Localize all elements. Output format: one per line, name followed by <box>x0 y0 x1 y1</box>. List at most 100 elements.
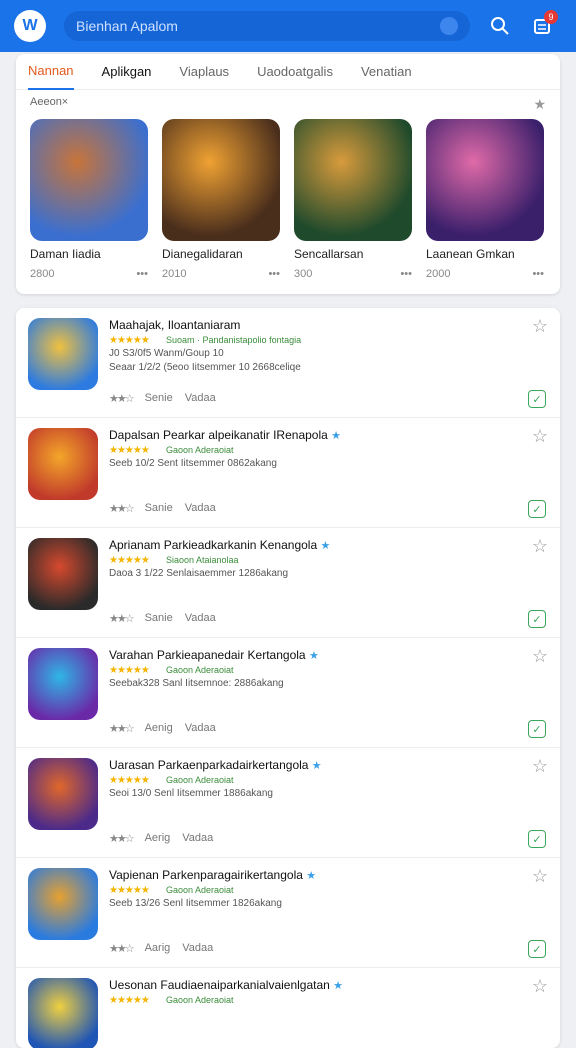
tab-venatian[interactable]: Venatian <box>361 54 412 90</box>
game-cover-image[interactable] <box>294 119 412 241</box>
app-icon[interactable] <box>28 758 98 830</box>
item-actions: ★★☆ Aenig Vadaa <box>109 722 216 735</box>
app-icon[interactable] <box>28 648 98 720</box>
app-title[interactable]: Aprianam Parkieadkarkanin Kenangola ★ <box>109 538 330 552</box>
featured-count: 2010 <box>162 268 187 280</box>
app-title[interactable]: Uesonan Faudiaenaiparkanialvaienlgatan ★ <box>109 978 343 992</box>
game-cover-image[interactable] <box>426 119 544 241</box>
section-label: Aeeon× <box>30 96 69 108</box>
action-label-1[interactable]: Sanie <box>145 502 173 515</box>
tab-aplikgan[interactable]: Aplikgan <box>102 54 152 90</box>
favorite-star-icon[interactable]: ☆ <box>532 646 548 667</box>
more-icon[interactable]: ••• <box>400 268 412 280</box>
app-title-text: Dapalsan Pearkar alpeikanatir IRenapola <box>109 428 328 442</box>
install-check-icon[interactable]: ✓ <box>528 830 546 848</box>
app-logo[interactable]: W <box>14 10 46 42</box>
action-label-1[interactable]: Senie <box>145 392 173 405</box>
item-actions: ★★☆ Aerig Vadaa <box>109 832 213 845</box>
action-label-2[interactable]: Vadaa <box>185 392 216 405</box>
search-input[interactable] <box>76 18 440 34</box>
verified-star-icon: ★ <box>306 870 317 882</box>
more-icon[interactable]: ••• <box>136 268 148 280</box>
favorite-star-icon[interactable]: ☆ <box>532 316 548 337</box>
tab-uaodoatgalis[interactable]: Uaodoatgalis <box>257 54 333 90</box>
rating-stars-icon: ★★★★★ <box>109 775 150 786</box>
action-label-1[interactable]: Aerig <box>145 832 171 845</box>
game-cover-image[interactable] <box>162 119 280 241</box>
featured-meta: 2800 ••• <box>30 268 148 280</box>
app-icon[interactable] <box>28 428 98 500</box>
favorite-star-icon[interactable]: ☆ <box>532 426 548 447</box>
install-check-icon[interactable]: ✓ <box>528 610 546 628</box>
featured-meta: 300 ••• <box>294 268 412 280</box>
app-icon[interactable] <box>28 868 98 940</box>
app-title-text: Vapienan Parkenparagairikertangola <box>109 868 303 882</box>
favorite-star-icon[interactable]: ☆ <box>532 866 548 887</box>
app-subtitle: Gaoon Aderaoiat <box>166 445 234 455</box>
app-list-item[interactable]: Maahajak, Iloantaniaram ★★★★★ Suoam · Pa… <box>16 308 560 418</box>
more-icon[interactable]: ••• <box>532 268 544 280</box>
category-tabs: Nannan Aplikgan Viaplaus Uaodoatgalis Ve… <box>16 54 560 90</box>
featured-title: Dianegalidaran <box>162 247 243 261</box>
action-label-2[interactable]: Vadaa <box>185 612 216 625</box>
rating-stars-icon: ★★★★★ <box>109 885 150 896</box>
mini-rating-icon: ★★☆ <box>109 833 135 845</box>
item-actions: ★★☆ Aarig Vadaa <box>109 942 213 955</box>
top-app-bar: W 9 <box>0 0 576 52</box>
favorite-star-icon[interactable]: ☆ <box>532 976 548 997</box>
install-check-icon[interactable]: ✓ <box>528 940 546 958</box>
app-title[interactable]: Uarasan Parkaenparkadairkertangola ★ <box>109 758 322 772</box>
rating-stars-icon: ★★★★★ <box>109 445 150 456</box>
action-label-1[interactable]: Aarig <box>145 942 171 955</box>
section-header: Aeeon× ★ <box>30 96 546 113</box>
favorite-star-icon[interactable]: ☆ <box>532 756 548 777</box>
app-title[interactable]: Maahajak, Iloantaniaram <box>109 318 240 332</box>
search-icon[interactable] <box>488 14 512 38</box>
action-label-1[interactable]: Sanie <box>145 612 173 625</box>
action-label-1[interactable]: Aenig <box>145 722 173 735</box>
action-label-2[interactable]: Vadaa <box>185 722 216 735</box>
search-bar[interactable] <box>64 11 470 41</box>
app-list-item[interactable]: Aprianam Parkieadkarkanin Kenangola ★ ★★… <box>16 528 560 638</box>
featured-card: Nannan Aplikgan Viaplaus Uaodoatgalis Ve… <box>16 54 560 294</box>
tab-nannan[interactable]: Nannan <box>28 54 74 90</box>
app-icon[interactable] <box>28 978 98 1048</box>
app-list-item[interactable]: Varahan Parkieapanedair Kertangola ★ ★★★… <box>16 638 560 748</box>
action-label-2[interactable]: Vadaa <box>182 832 213 845</box>
app-list-item[interactable]: Uesonan Faudiaenaiparkanialvaienlgatan ★… <box>16 968 560 1048</box>
featured-item[interactable]: Daman Iiadia 2800 ••• <box>30 119 148 280</box>
featured-item[interactable]: Laanean Gmkan 2000 ••• <box>426 119 544 280</box>
app-title[interactable]: Vapienan Parkenparagairikertangola ★ <box>109 868 316 882</box>
app-icon[interactable] <box>28 538 98 610</box>
action-label-2[interactable]: Vadaa <box>185 502 216 515</box>
app-subtitle: Gaoon Aderaoiat <box>166 665 234 675</box>
featured-item[interactable]: Dianegalidaran 2010 ••• <box>162 119 280 280</box>
item-actions: ★★☆ Senie Vadaa <box>109 392 216 405</box>
more-icon[interactable]: ••• <box>268 268 280 280</box>
item-actions: ★★☆ Sanie Vadaa <box>109 612 216 625</box>
logo-text: W <box>22 17 38 34</box>
install-check-icon[interactable]: ✓ <box>528 390 546 408</box>
rating-stars-icon: ★★★★★ <box>109 995 150 1006</box>
verified-star-icon: ★ <box>311 760 322 772</box>
tab-viaplaus[interactable]: Viaplaus <box>179 54 229 90</box>
app-list-item[interactable]: Uarasan Parkaenparkadairkertangola ★ ★★★… <box>16 748 560 858</box>
app-icon[interactable] <box>28 318 98 390</box>
mini-rating-icon: ★★☆ <box>109 503 135 515</box>
rating-stars-icon: ★★★★★ <box>109 665 150 676</box>
install-check-icon[interactable]: ✓ <box>528 500 546 518</box>
notifications-icon[interactable]: 9 <box>530 10 558 38</box>
star-icon[interactable]: ★ <box>533 96 546 113</box>
install-check-icon[interactable]: ✓ <box>528 720 546 738</box>
app-title[interactable]: Varahan Parkieapanedair Kertangola ★ <box>109 648 319 662</box>
app-list-item[interactable]: Vapienan Parkenparagairikertangola ★ ★★★… <box>16 858 560 968</box>
game-cover-image[interactable] <box>30 119 148 241</box>
favorite-star-icon[interactable]: ☆ <box>532 536 548 557</box>
voice-search-icon[interactable] <box>440 17 458 35</box>
app-title[interactable]: Dapalsan Pearkar alpeikanatir IRenapola … <box>109 428 341 442</box>
app-title-text: Uarasan Parkaenparkadairkertangola <box>109 758 309 772</box>
featured-item[interactable]: Sencallarsan 300 ••• <box>294 119 412 280</box>
app-list-item[interactable]: Dapalsan Pearkar alpeikanatir IRenapola … <box>16 418 560 528</box>
action-label-2[interactable]: Vadaa <box>182 942 213 955</box>
app-meta-line-2: Seaar 1/2/2 (5eoo Iitsemmer 10 2668celiq… <box>109 362 301 373</box>
